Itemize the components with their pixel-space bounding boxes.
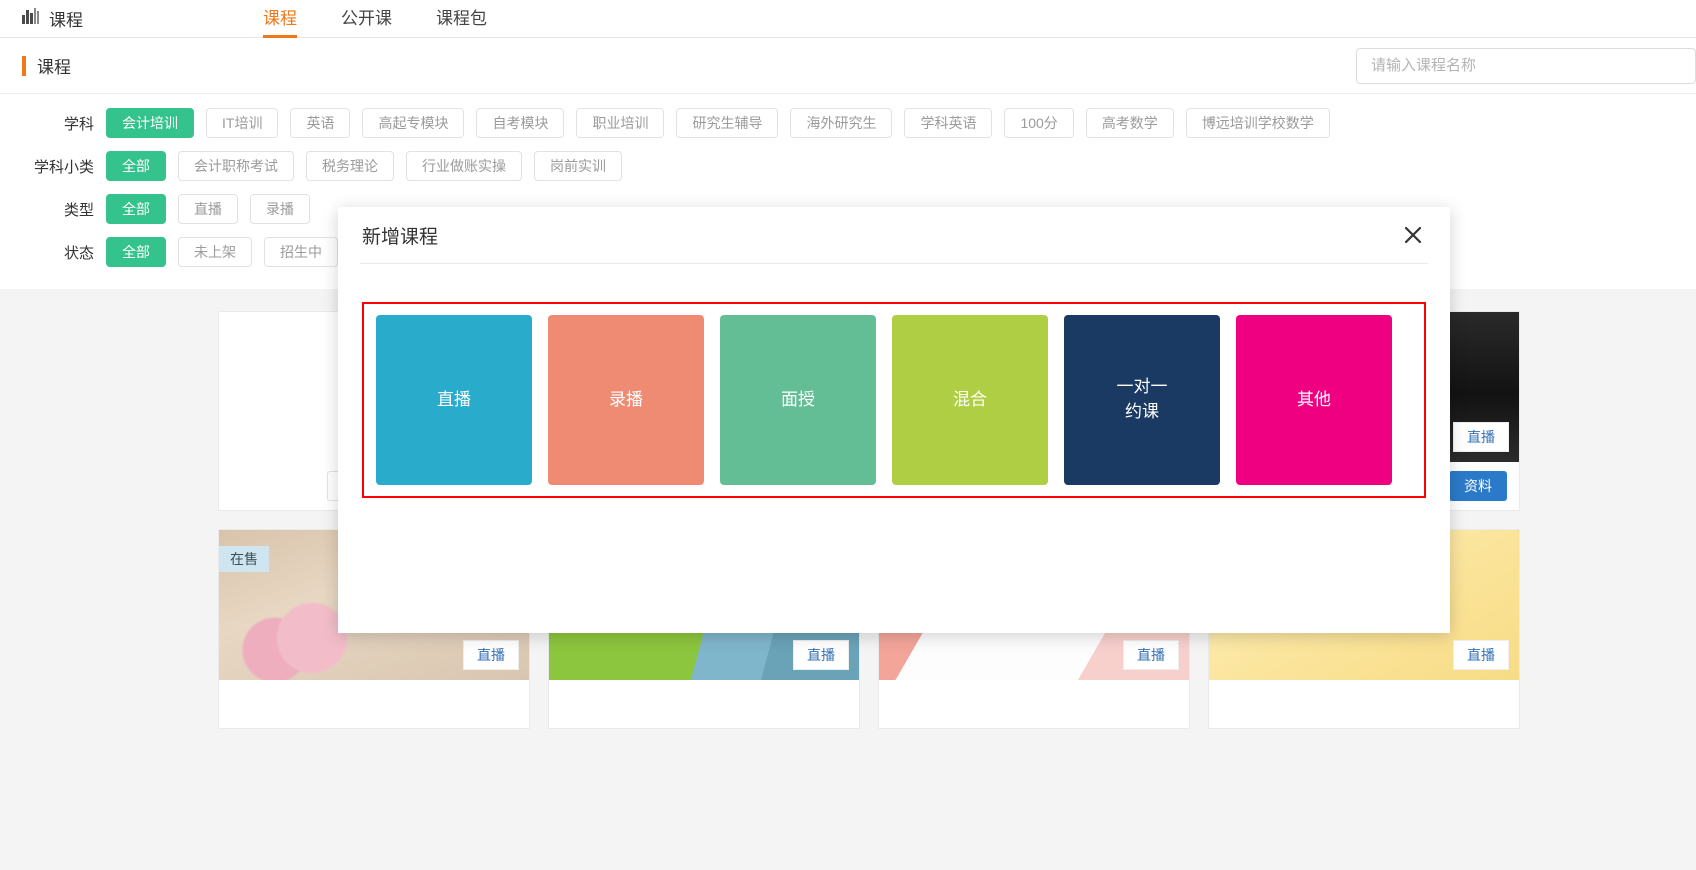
search-area — [1356, 47, 1696, 84]
chip-subject-6[interactable]: 研究生辅导 — [676, 108, 779, 138]
chip-subject-4[interactable]: 自考模块 — [476, 108, 565, 138]
tile-label: 直播 — [437, 389, 471, 409]
filter-chips-type: 全部 直播 录播 — [106, 194, 310, 224]
tab-kecheng[interactable]: 课程 — [263, 0, 297, 38]
chip-status-2[interactable]: 招生中 — [264, 237, 338, 267]
chip-subject-1[interactable]: IT培训 — [206, 108, 279, 138]
tab-kechengbao[interactable]: 课程包 — [436, 0, 487, 38]
course-type-badge: 直播 — [1453, 640, 1509, 670]
tile-label: 一对一 约课 — [1116, 377, 1168, 421]
chip-type-1[interactable]: 直播 — [178, 194, 238, 224]
course-type-live[interactable]: 直播 — [376, 315, 532, 485]
course-type-offline[interactable]: 面授 — [720, 315, 876, 485]
course-type-badge: 直播 — [463, 640, 519, 670]
chip-subject-5[interactable]: 职业培训 — [576, 108, 665, 138]
tab-gongkaike[interactable]: 公开课 — [341, 0, 392, 38]
course-type-grid: 直播 录播 面授 混合 一对一 约课 其他 — [362, 302, 1426, 498]
chip-subject-3[interactable]: 高起专模块 — [362, 108, 465, 138]
course-type-badge: 直播 — [793, 640, 849, 670]
page-title: 课程 — [37, 58, 71, 77]
close-icon[interactable] — [1398, 220, 1428, 250]
filter-label-status: 状态 — [63, 244, 94, 262]
brand: 课程 — [0, 6, 83, 31]
filter-label-subject: 学科 — [63, 115, 94, 133]
chip-subcategory-2[interactable]: 税务理论 — [306, 151, 394, 181]
bar-chart-icon — [22, 8, 40, 29]
course-type-recorded[interactable]: 录播 — [548, 315, 704, 485]
chip-subject-10[interactable]: 高考数学 — [1085, 108, 1174, 138]
tile-label: 混合 — [953, 389, 987, 409]
tile-label: 录播 — [609, 389, 643, 409]
course-type-blended[interactable]: 混合 — [892, 315, 1048, 485]
card-actions — [219, 680, 529, 728]
card-actions — [549, 680, 859, 728]
panel-header: 课程 — [0, 38, 1696, 94]
add-course-dialog: 新增课程 直播 录播 面授 混合 一对一 约课 其他 — [338, 207, 1450, 633]
chip-subject-7[interactable]: 海外研究生 — [790, 108, 893, 138]
chip-status-0[interactable]: 全部 — [106, 237, 166, 267]
course-type-one-on-one[interactable]: 一对一 约课 — [1064, 315, 1220, 485]
course-type-badge: 直播 — [1123, 640, 1179, 670]
chip-subcategory-3[interactable]: 行业做账实操 — [406, 151, 522, 181]
chip-subcategory-4[interactable]: 岗前实训 — [534, 151, 622, 181]
materials-button[interactable]: 资料 — [1449, 471, 1507, 501]
chip-subject-9[interactable]: 100分 — [1004, 108, 1074, 138]
filter-row-subcategory: 学科小类 全部 会计职称考试 税务理论 行业做账实操 岗前实训 — [0, 151, 1696, 181]
chip-subject-11[interactable]: 博远培训学校数学 — [1185, 108, 1330, 138]
app-root: 课程 课程 公开课 课程包 课程 学科 会计培训 IT培训 英语 高 — [0, 0, 1696, 870]
search-input[interactable] — [1356, 47, 1696, 84]
chip-type-2[interactable]: 录播 — [250, 194, 310, 224]
filter-chips-status: 全部 未上架 招生中 — [106, 237, 338, 267]
dialog-title: 新增课程 — [362, 226, 439, 248]
chip-status-1[interactable]: 未上架 — [178, 237, 252, 267]
chip-type-0[interactable]: 全部 — [106, 194, 166, 224]
card-actions — [1209, 680, 1519, 728]
tile-label: 其他 — [1297, 389, 1331, 409]
filter-chips-subcategory: 全部 会计职称考试 税务理论 行业做账实操 岗前实训 — [106, 151, 622, 181]
course-type-badge: 直播 — [1453, 422, 1509, 452]
filter-chips-subject: 会计培训 IT培训 英语 高起专模块 自考模块 职业培训 研究生辅导 海外研究生… — [106, 108, 1330, 138]
chip-subject-8[interactable]: 学科英语 — [904, 108, 993, 138]
chip-subcategory-0[interactable]: 全部 — [106, 151, 166, 181]
filter-label-subcategory: 学科小类 — [33, 158, 94, 176]
chip-subject-2[interactable]: 英语 — [290, 108, 351, 138]
card-actions — [879, 680, 1189, 728]
sale-status-badge: 在售 — [219, 546, 269, 572]
chip-subcategory-1[interactable]: 会计职称考试 — [178, 151, 294, 181]
course-type-other[interactable]: 其他 — [1236, 315, 1392, 485]
top-navigation-bar: 课程 课程 公开课 课程包 — [0, 0, 1696, 38]
accent-bar — [22, 55, 26, 76]
dialog-body: 直播 录播 面授 混合 一对一 约课 其他 — [338, 264, 1450, 498]
chip-subject-0[interactable]: 会计培训 — [106, 108, 194, 138]
filter-row-subject: 学科 会计培训 IT培训 英语 高起专模块 自考模块 职业培训 研究生辅导 海外… — [0, 108, 1696, 138]
filter-label-type: 类型 — [63, 201, 94, 219]
tile-label: 面授 — [781, 389, 815, 409]
dialog-header: 新增课程 — [338, 207, 1450, 263]
nav-tabs: 课程 公开课 课程包 — [263, 0, 487, 38]
brand-label: 课程 — [49, 11, 83, 30]
